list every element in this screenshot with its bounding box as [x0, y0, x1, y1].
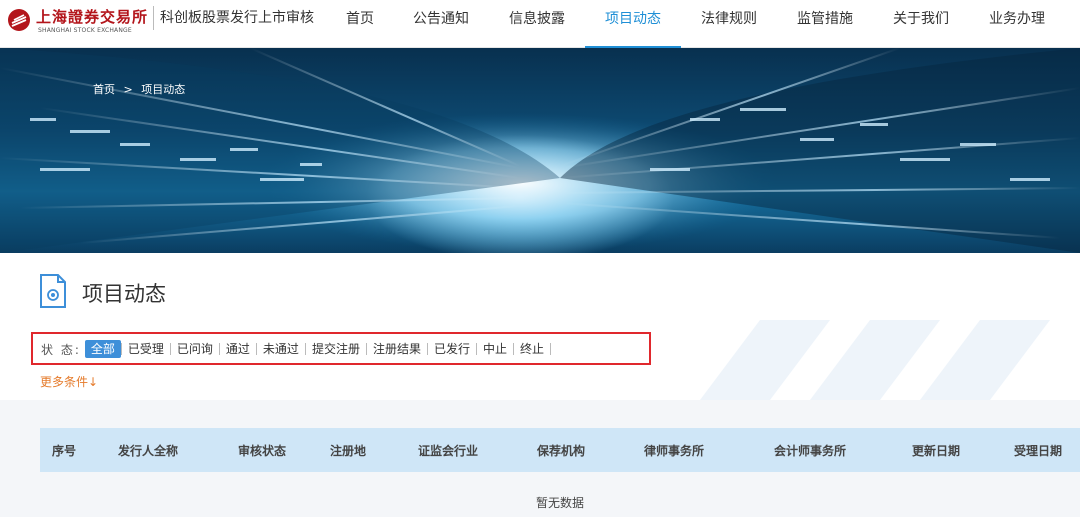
table-header-row: 序号 发行人全称 审核状态 注册地 证监会行业 保荐机构 律师事务所 会计师事务…	[40, 428, 1080, 472]
column-header-accounting-firm: 会计师事务所	[774, 443, 847, 458]
hero-banner: 首页 > 项目动态	[0, 48, 1080, 253]
nav-item-supervision[interactable]: 监管措施	[777, 0, 873, 48]
project-table: 序号 发行人全称 审核状态 注册地 证监会行业 保荐机构 律师事务所 会计师事务…	[40, 428, 1080, 510]
nav-item-disclosure[interactable]: 信息披露	[489, 0, 585, 48]
decorative-stripes	[700, 320, 1050, 400]
nav-item-business[interactable]: 业务办理	[969, 0, 1065, 48]
filter-option-registration-result[interactable]: 注册结果	[367, 340, 427, 358]
nav-item-laws-rules[interactable]: 法律规则	[681, 0, 777, 48]
more-conditions-link[interactable]: 更多条件↓	[40, 373, 98, 390]
filter-option-terminated[interactable]: 终止	[514, 340, 550, 358]
site-subtitle: 科创板股票发行上市审核	[153, 6, 314, 30]
status-filter: 状 态: 全部 已受理 已问询 通过 未通过 提交注册 注册结果 已发行 中止 …	[41, 340, 552, 358]
document-at-icon	[40, 274, 66, 308]
nav-item-announcements[interactable]: 公告通知	[393, 0, 489, 48]
column-header-law-firm: 律师事务所	[644, 443, 705, 458]
filter-divider	[550, 343, 552, 355]
column-header-issuer-name: 发行人全称	[118, 443, 179, 458]
filter-option-submitted-registration[interactable]: 提交注册	[306, 340, 366, 358]
status-filter-label: 状 态:	[41, 342, 81, 357]
filter-option-suspended[interactable]: 中止	[477, 340, 513, 358]
page-title: 项目动态	[82, 282, 166, 306]
column-header-sponsor: 保荐机构	[537, 443, 586, 458]
breadcrumb: 首页 > 项目动态	[93, 81, 185, 97]
status-filter-box: 状 态: 全部 已受理 已问询 通过 未通过 提交注册 注册结果 已发行 中止 …	[31, 332, 651, 365]
column-header-review-status: 审核状态	[238, 443, 287, 458]
filter-option-rejected[interactable]: 未通过	[257, 340, 305, 358]
breadcrumb-home[interactable]: 首页	[93, 81, 115, 97]
sse-logo-icon	[8, 9, 30, 31]
column-header-index: 序号	[52, 443, 77, 458]
main-nav: 首页 公告通知 信息披露 项目动态 法律规则 监管措施 关于我们 业务办理	[327, 0, 1065, 49]
nav-item-about-us[interactable]: 关于我们	[873, 0, 969, 48]
filter-option-issued[interactable]: 已发行	[428, 340, 476, 358]
logo-english-name: SHANGHAI STOCK EXCHANGE	[38, 27, 132, 34]
logo-chinese-name: 上海證券交易所	[36, 8, 149, 26]
filter-option-accepted[interactable]: 已受理	[122, 340, 170, 358]
column-header-registered-location: 注册地	[330, 443, 367, 458]
column-header-csrc-industry: 证监会行业	[418, 443, 479, 458]
breadcrumb-separator: >	[123, 83, 133, 96]
filter-option-approved[interactable]: 通过	[220, 340, 256, 358]
banner-tunnel-image	[0, 48, 1080, 253]
filter-option-inquired[interactable]: 已问询	[171, 340, 219, 358]
column-header-update-date: 更新日期	[912, 443, 961, 458]
breadcrumb-current: 项目动态	[141, 83, 186, 96]
column-header-accept-date: 受理日期	[1014, 443, 1063, 458]
nav-item-project-dynamics[interactable]: 项目动态	[585, 0, 681, 49]
top-header: 上海證券交易所 SHANGHAI STOCK EXCHANGE 科创板股票发行上…	[0, 0, 1080, 49]
sse-logo[interactable]: 上海證券交易所 SHANGHAI STOCK EXCHANGE	[6, 6, 151, 40]
filter-option-all[interactable]: 全部	[84, 340, 121, 358]
nav-item-home[interactable]: 首页	[327, 0, 393, 48]
table-empty-message: 暂无数据	[535, 496, 584, 510]
